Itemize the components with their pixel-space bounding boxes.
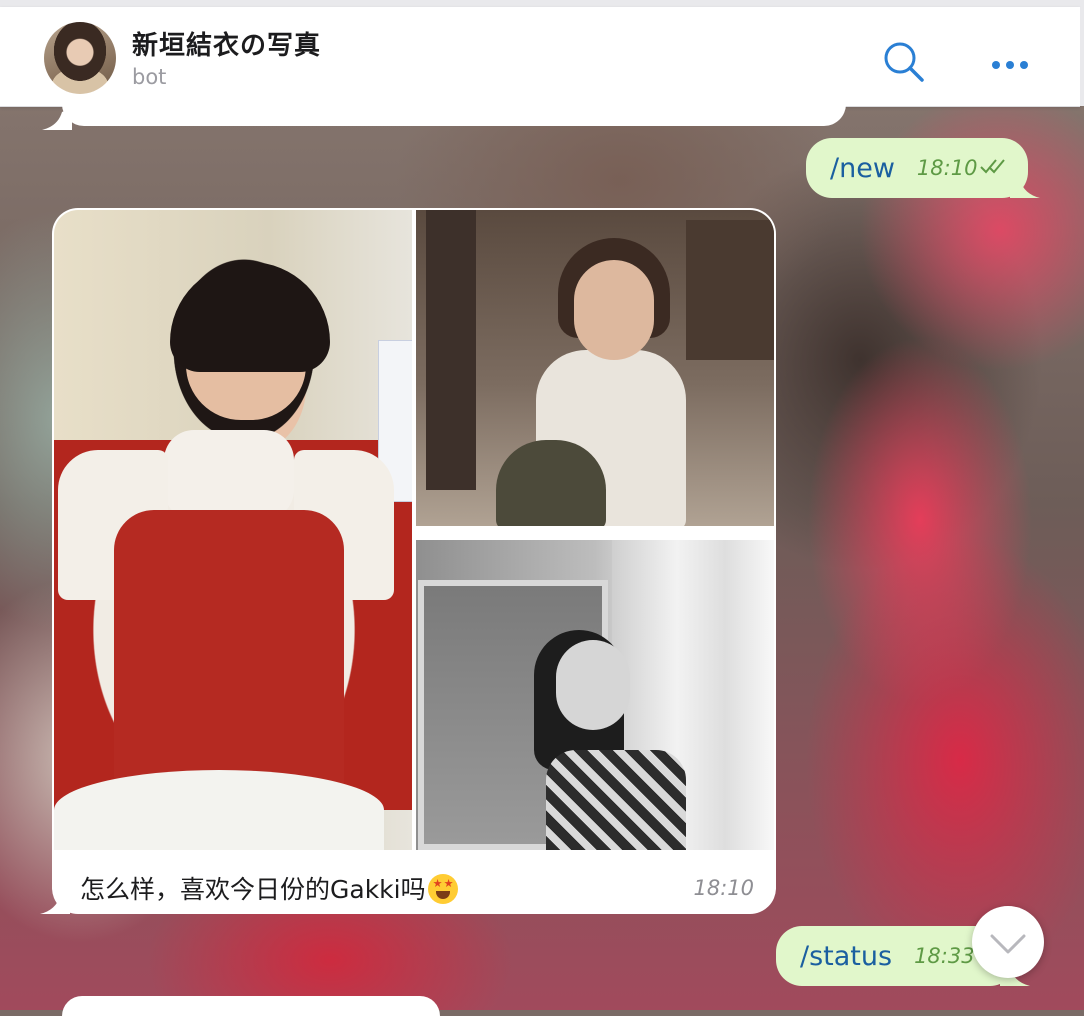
photo-detail: [556, 640, 630, 730]
message-text: /status: [800, 940, 893, 972]
search-button[interactable]: [880, 39, 928, 87]
photo-detail: [546, 750, 686, 850]
message-text: /new: [830, 152, 895, 184]
photo-detail: [170, 262, 330, 372]
star-struck-emoji: [427, 874, 458, 904]
read-ticks-icon: [979, 157, 1009, 179]
album-photo-3[interactable]: [416, 540, 774, 850]
scroll-to-bottom-button[interactable]: [972, 906, 1044, 978]
outgoing-message-new[interactable]: /new 18:10: [806, 138, 1028, 198]
media-caption-row: 怎么样，喜欢今日份的Gakki吗 18:10: [80, 870, 760, 906]
photo-detail: [496, 440, 606, 526]
bubble-tail: [40, 892, 70, 914]
chevron-down-icon: [990, 934, 1026, 954]
bubble-tail: [42, 108, 72, 130]
header-edge: [1080, 7, 1084, 106]
chat-subtitle: bot: [132, 65, 167, 89]
album-photo-1[interactable]: [54, 210, 412, 850]
chat-header: 新垣結衣の写真 bot: [0, 7, 1084, 107]
photo-detail: [54, 770, 384, 850]
photo-detail: [164, 430, 294, 520]
photo-detail: [114, 510, 344, 810]
message-time: 18:10: [693, 876, 754, 900]
album-photo-2[interactable]: [416, 210, 774, 526]
bubble-tail: [1010, 176, 1040, 198]
search-icon: [884, 42, 924, 82]
chat-avatar[interactable]: [44, 22, 116, 94]
caption-text: 怎么样，喜欢今日份的Gakki吗: [80, 875, 426, 904]
message-time: 18:33: [914, 944, 975, 968]
incoming-media-message[interactable]: 怎么样，喜欢今日份的Gakki吗 18:10: [52, 208, 776, 914]
photo-detail: [574, 260, 654, 360]
more-button[interactable]: [986, 47, 1034, 83]
chat-title[interactable]: 新垣結衣の写真: [132, 25, 321, 62]
media-caption: 怎么样，喜欢今日份的Gakki吗: [80, 870, 458, 906]
photo-detail: [426, 210, 476, 490]
more-dots-icon: [992, 61, 1028, 69]
previous-message-bubble[interactable]: [62, 96, 846, 126]
message-time: 18:10: [916, 156, 978, 180]
next-message-bubble[interactable]: [62, 996, 440, 1016]
photo-detail: [686, 220, 774, 360]
